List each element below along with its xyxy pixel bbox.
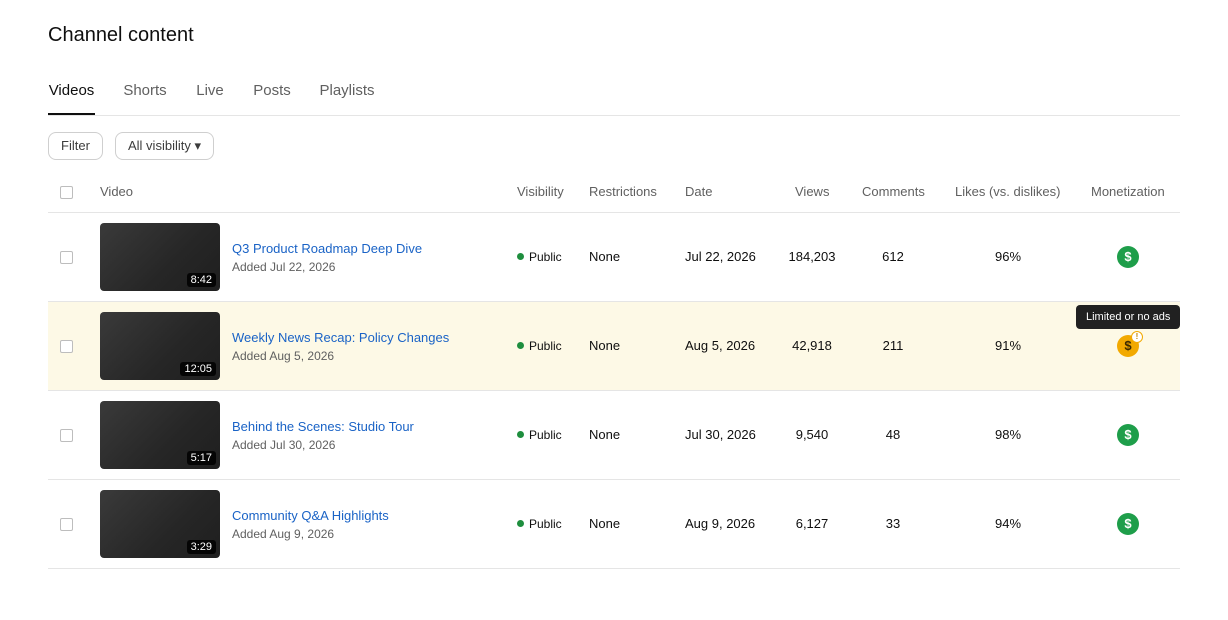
row-checkbox[interactable] (60, 340, 73, 353)
col-monetization: Monetization (1091, 184, 1165, 199)
page-title: Channel content (48, 24, 194, 46)
video-added-date: Added Aug 9, 2026 (232, 527, 335, 541)
video-duration: 5:17 (186, 451, 216, 465)
col-restrictions: Restrictions (589, 184, 657, 199)
col-video: Video (100, 184, 134, 199)
views-cell: 184,203 (788, 249, 836, 264)
monetization-on-icon[interactable]: $ (1117, 246, 1139, 268)
public-status-dot (517, 520, 524, 528)
restrictions-cell: None (589, 427, 621, 442)
date-cell: Jul 22, 2026 (685, 249, 756, 264)
likes-cell: 98% (994, 427, 1022, 442)
filter-button[interactable]: Filter (48, 132, 103, 160)
table-row: 3:29 Community Q&A Highlights Added Aug … (48, 480, 1180, 569)
video-added-date: Added Jul 22, 2026 (232, 260, 336, 274)
table-row: 8:42 Q3 Product Roadmap Deep Dive Added … (48, 213, 1180, 302)
visibility-dropdown[interactable]: All visibility ▾ (115, 132, 214, 160)
likes-cell: 91% (994, 338, 1022, 353)
col-comments: Comments (862, 184, 925, 199)
restrictions-cell: None (589, 249, 621, 264)
video-duration: 8:42 (186, 273, 216, 287)
visibility-cell[interactable]: Public (517, 302, 562, 390)
content-tabs: Videos Shorts Live Posts Playlists (48, 70, 1180, 116)
visibility-label: Public (529, 517, 562, 531)
video-title-link[interactable]: Weekly News Recap: Policy Changes (232, 330, 449, 345)
visibility-cell[interactable]: Public (517, 391, 562, 479)
visibility-cell[interactable]: Public (517, 213, 562, 301)
public-status-dot (517, 431, 524, 439)
table-header: Video Visibility Restrictions Date Views… (48, 172, 1180, 213)
views-cell: 42,918 (792, 338, 832, 353)
video-added-date: Added Jul 30, 2026 (232, 438, 336, 452)
monetization-on-icon[interactable]: $ (1117, 424, 1139, 446)
public-status-dot (517, 342, 524, 350)
channel-content-page: Channel content Videos Shorts Live Posts… (0, 0, 1228, 620)
tab-shorts[interactable]: Shorts (122, 70, 168, 114)
public-status-dot (517, 253, 524, 261)
tab-videos[interactable]: Videos (48, 70, 95, 115)
comments-cell: 48 (885, 427, 901, 442)
likes-cell: 94% (994, 516, 1022, 531)
video-title-link[interactable]: Community Q&A Highlights (232, 508, 389, 523)
monetization-tooltip: Limited or no ads (1076, 305, 1181, 329)
likes-cell: 96% (994, 249, 1022, 264)
date-cell: Aug 5, 2026 (685, 338, 756, 353)
video-thumbnail[interactable]: 12:05 (100, 312, 220, 380)
col-views: Views (795, 184, 830, 199)
tab-posts[interactable]: Posts (253, 70, 291, 114)
monetization-on-icon[interactable]: $ (1117, 513, 1139, 535)
video-duration: 12:05 (180, 362, 216, 376)
restrictions-cell: None (589, 338, 621, 353)
video-title-link[interactable]: Q3 Product Roadmap Deep Dive (232, 241, 422, 256)
col-visibility: Visibility (517, 184, 564, 199)
table-row: 12:05 Weekly News Recap: Policy Changes … (48, 302, 1180, 391)
visibility-label: Public (529, 339, 562, 353)
video-title-link[interactable]: Behind the Scenes: Studio Tour (232, 419, 414, 434)
videos-table: Video Visibility Restrictions Date Views… (48, 172, 1180, 569)
date-cell: Aug 9, 2026 (685, 516, 756, 531)
restrictions-cell: None (589, 516, 621, 531)
row-checkbox[interactable] (60, 518, 73, 531)
col-date: Date (685, 184, 713, 199)
video-thumbnail[interactable]: 8:42 (100, 223, 220, 291)
dollar-symbol: $ (1124, 338, 1132, 353)
views-cell: 9,540 (795, 427, 829, 442)
date-cell: Jul 30, 2026 (685, 427, 756, 442)
video-thumbnail[interactable]: 5:17 (100, 401, 220, 469)
row-checkbox[interactable] (60, 251, 73, 264)
visibility-cell[interactable]: Public (517, 480, 562, 568)
table-row: 5:17 Behind the Scenes: Studio Tour Adde… (48, 391, 1180, 480)
views-cell: 6,127 (795, 516, 829, 531)
monetization-limited-icon[interactable]: $ ! (1117, 331, 1143, 357)
tab-live[interactable]: Live (195, 70, 225, 114)
comments-cell: 33 (885, 516, 901, 531)
video-thumbnail[interactable]: 3:29 (100, 490, 220, 558)
visibility-label: Public (529, 250, 562, 264)
video-added-date: Added Aug 5, 2026 (232, 349, 335, 363)
col-likes: Likes (vs. dislikes) (955, 184, 1061, 199)
tab-playlists[interactable]: Playlists (319, 70, 375, 114)
visibility-label: Public (529, 428, 562, 442)
warning-badge-icon: ! (1131, 331, 1143, 343)
row-checkbox[interactable] (60, 429, 73, 442)
video-duration: 3:29 (186, 540, 216, 554)
select-all-checkbox[interactable] (60, 186, 73, 199)
comments-cell: 211 (882, 338, 904, 353)
comments-cell: 612 (882, 249, 904, 264)
